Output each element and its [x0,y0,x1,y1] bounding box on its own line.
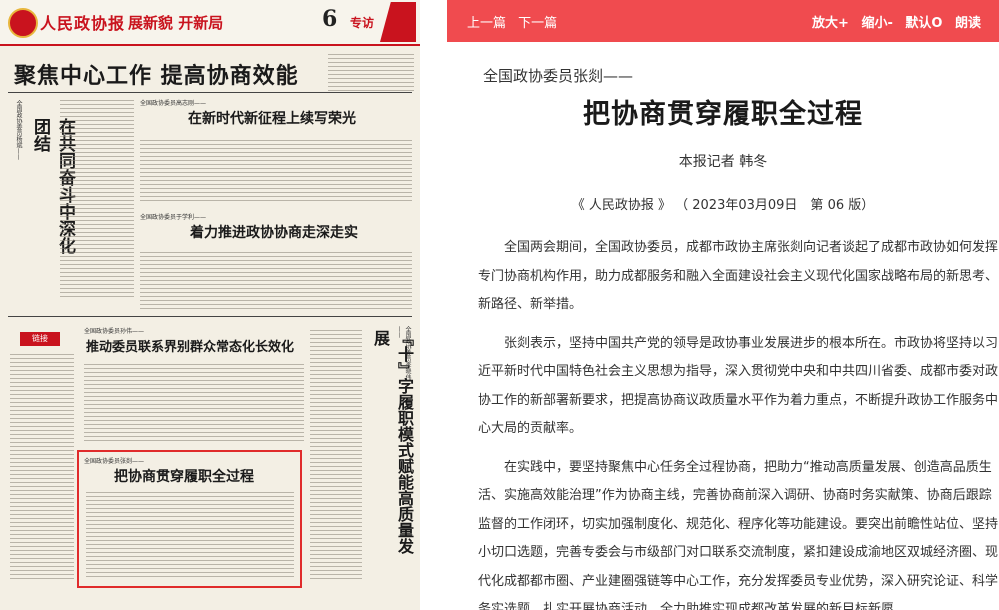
page-headline: 聚焦中心工作 提高协商效能 [14,63,299,89]
zoom-out-button[interactable]: 缩小- [861,16,892,31]
story-kicker: 全国政协委员于学利—— [140,214,207,221]
next-article-link[interactable]: 下一篇 [518,16,557,31]
reader-toolbar: 上一篇 下一篇 放大+ 缩小- 默认O 朗读 [447,0,999,42]
corner-decoration [380,2,416,42]
masthead-title: 人民政协报 [40,14,126,33]
story-body-text [140,252,412,312]
prev-article-link[interactable]: 上一篇 [467,16,506,31]
story-body-text [86,492,294,580]
story-body-text [60,100,134,300]
page-number: 6 [322,6,338,32]
section-label: 专访 [350,16,375,30]
story-kicker: 全国政协委员高志刚—— [140,100,207,107]
story-headline: 着力推进政协协商走深走实 [190,225,358,241]
story-body-text [140,140,412,204]
headline-note-text [328,54,414,92]
article-nav: 上一篇 下一篇 [467,12,565,31]
emblem-icon [8,8,38,38]
default-size-button[interactable]: 默认O [905,16,942,31]
story-kicker: 全国政协委员孙伟—— [84,328,145,335]
reader-tools: 放大+ 缩小- 默认O 朗读 [804,12,981,31]
zoom-in-button[interactable]: 放大+ [812,16,849,31]
story-kicker: 全国政协委员张剡—— [84,458,145,465]
article-content: 全国政协委员张剡—— 把协商贯穿履职全过程 本报记者 韩冬 《 人民政协报 》 … [447,42,999,610]
article-body: 全国两会期间，全国政协委员，成都市政协主席张剡向记者谈起了成都市政协如何发挥专门… [478,234,998,610]
masthead-slogan: 展新貌 开新局 [128,14,224,32]
story-headline-vertical: 『十』字履职模式赋能高质量发展 [371,330,414,554]
story-body-text [310,330,362,580]
story-headline: 在新时代新征程上续写荣光 [188,111,356,127]
story-body-text [84,364,304,444]
article-author: 本报记者 韩冬 [678,154,768,170]
article-source: 《 人民政协报 》 （ 2023年03月09日 第 06 版） [571,198,875,213]
divider [8,316,412,317]
link-badge: 链接 [20,332,60,346]
story-kicker: 全国政协委员杨斌—— [15,100,22,160]
article-paragraph: 张剡表示，坚持中国共产党的领导是政协事业发展进步的根本所在。市政协将坚持以习近平… [478,335,999,437]
sidebar-text [10,354,74,580]
newspaper-page-image[interactable]: 人民政协报 展新貌 开新局 6 专访 聚焦中心工作 提高协商效能 全国政协委员杨… [0,0,420,610]
masthead: 人民政协报 展新貌 开新局 6 专访 [0,0,420,46]
article-paragraph: 在实践中，要坚持聚焦中心任务全过程协商，把助力“推动高质量发展、创造高品质生活、… [478,459,999,610]
story-headline: 推动委员联系界别群众常态化长效化 [86,340,295,355]
article-pre-title: 全国政协委员张剡—— [483,67,634,85]
divider [8,92,412,93]
article-paragraph: 全国两会期间，全国政协委员，成都市政协主席张剡向记者谈起了成都市政协如何发挥专门… [478,240,999,312]
story-headline: 把协商贯穿履职全过程 [114,469,254,485]
read-aloud-button[interactable]: 朗读 [955,16,981,31]
article-title: 把协商贯穿履职全过程 [583,99,863,130]
